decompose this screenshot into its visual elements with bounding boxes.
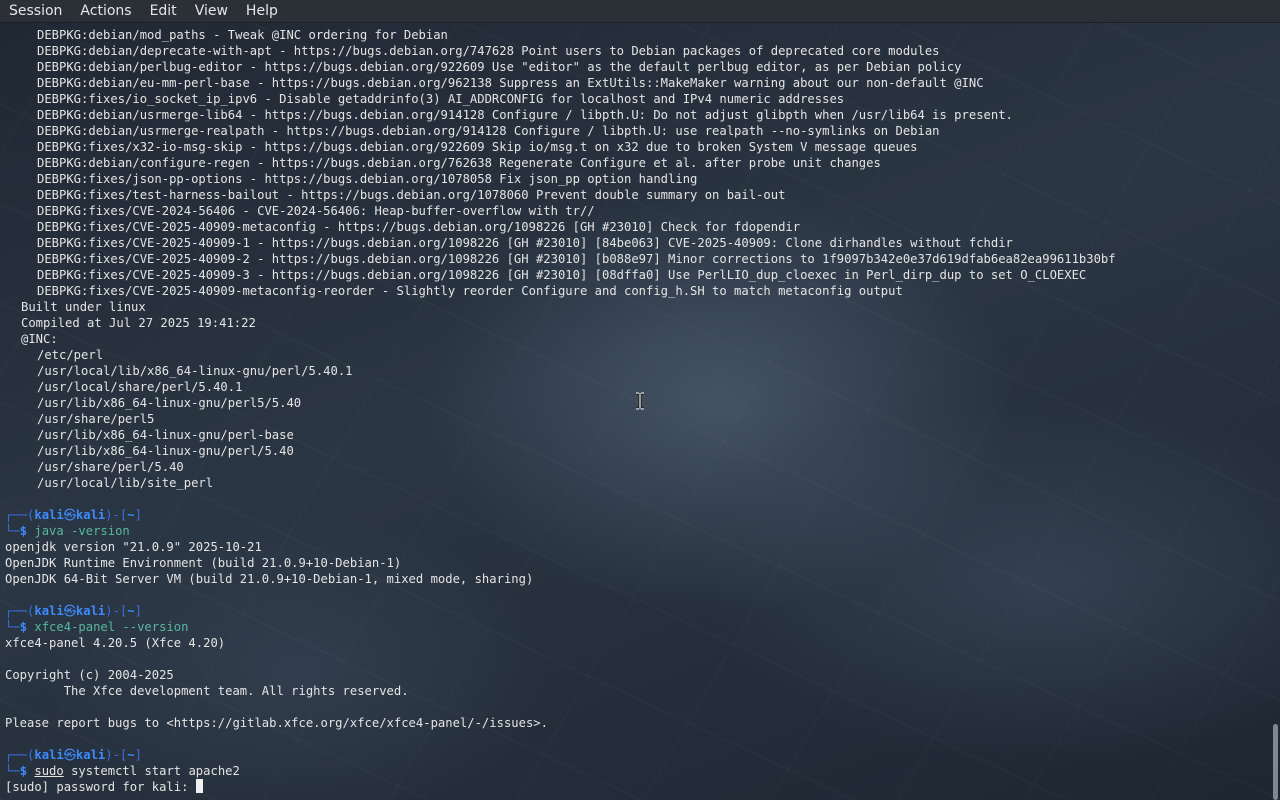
prompt-command-line: └─$ java -version	[5, 523, 1267, 539]
prompt-user: kali	[34, 508, 64, 522]
java-output-line: openjdk version "21.0.9" 2025-10-21	[5, 540, 262, 554]
prompt-box-top: ┌──(	[5, 604, 35, 618]
prompt-box-mid: )-[	[105, 604, 128, 618]
prompt-dir: ~	[127, 748, 135, 762]
prompt-at-symbol: ㉿	[63, 604, 76, 618]
xfce-copyright: Copyright (c) 2004-2025	[5, 668, 174, 682]
prompt-box-bottom: └─	[5, 620, 20, 634]
prompt-user: kali	[34, 748, 64, 762]
menu-session[interactable]: Session	[0, 0, 71, 22]
command-java-version: java -version	[34, 524, 130, 538]
prompt-host: kali	[75, 604, 106, 618]
menu-actions[interactable]: Actions	[71, 0, 140, 22]
prompt-box-end: ]	[134, 748, 142, 762]
perl-patch-line: DEBPKG:fixes/CVE-2025-40909-1 - https://…	[37, 236, 1013, 250]
xfce-team: The Xfce development team. All rights re…	[5, 684, 409, 698]
prompt-header: ┌──(kali㉿kali)-[~]	[5, 603, 1267, 619]
prompt-box-end: ]	[134, 604, 142, 618]
prompt-box-bottom: └─	[5, 524, 20, 538]
prompt-dir: ~	[127, 604, 135, 618]
sudo-password-line[interactable]: [sudo] password for kali:	[5, 779, 1267, 795]
command-systemctl-start-apache2: systemctl start apache2	[63, 764, 240, 778]
perl-inc-path: /usr/local/lib/site_perl	[37, 476, 214, 490]
perl-inc-path: /usr/lib/x86_64-linux-gnu/perl-base	[37, 428, 294, 442]
prompt-box-bottom: └─	[5, 764, 20, 778]
java-output-line: OpenJDK Runtime Environment (build 21.0.…	[5, 556, 402, 570]
prompt-at-symbol: ㉿	[63, 508, 76, 522]
menu-help[interactable]: Help	[237, 0, 287, 22]
perl-inc-label: @INC:	[21, 332, 58, 346]
prompt-dir: ~	[127, 508, 135, 522]
menu-view[interactable]: View	[186, 0, 237, 22]
perl-inc-list: /etc/perl /usr/local/lib/x86_64-linux-gn…	[5, 347, 1267, 491]
perl-patch-line: DEBPKG:debian/configure-regen - https://…	[37, 156, 881, 170]
command-xfce-version: xfce4-panel --version	[34, 620, 189, 634]
prompt-box-end: ]	[134, 508, 142, 522]
perl-inc-path: /usr/lib/x86_64-linux-gnu/perl/5.40	[37, 444, 294, 458]
sudo-password-prompt: [sudo] password for kali:	[5, 780, 196, 794]
prompt-command-line: └─$ sudo systemctl start apache2	[5, 763, 1267, 779]
prompt-at-symbol: ㉿	[63, 748, 76, 762]
prompt-box-mid: )-[	[105, 508, 128, 522]
perl-inc-path: /usr/local/lib/x86_64-linux-gnu/perl/5.4…	[37, 364, 353, 378]
perl-patch-list: DEBPKG:debian/mod_paths - Tweak @INC ord…	[5, 27, 1267, 299]
xfce-version-output: xfce4-panel 4.20.5 (Xfce 4.20)	[5, 636, 226, 650]
perl-patch-line: DEBPKG:debian/deprecate-with-apt - https…	[37, 44, 940, 58]
prompt-host: kali	[75, 508, 106, 522]
command-sudo: sudo	[34, 764, 64, 778]
text-cursor	[195, 779, 203, 793]
perl-patch-line: DEBPKG:fixes/CVE-2025-40909-metaconfig-r…	[37, 284, 903, 298]
perl-patch-line: DEBPKG:fixes/json-pp-options - https://b…	[37, 172, 698, 186]
perl-patch-line: DEBPKG:fixes/CVE-2025-40909-2 - https://…	[37, 252, 1116, 266]
perl-patch-line: DEBPKG:fixes/CVE-2025-40909-metaconfig -…	[37, 220, 801, 234]
prompt-box-top: ┌──(	[5, 748, 35, 762]
prompt-symbol: $	[19, 524, 28, 538]
perl-patch-line: DEBPKG:debian/eu-mm-perl-base - https://…	[37, 76, 984, 90]
java-output-line: OpenJDK 64-Bit Server VM (build 21.0.9+1…	[5, 572, 534, 586]
prompt-box-top: ┌──(	[5, 508, 35, 522]
terminal-scrollbar[interactable]	[1273, 724, 1278, 800]
perl-built-under: Built under linux	[21, 300, 146, 314]
prompt-user: kali	[34, 604, 64, 618]
prompt-host: kali	[75, 748, 106, 762]
perl-patch-line: DEBPKG:fixes/x32-io-msg-skip - https://b…	[37, 140, 918, 154]
perl-patch-line: DEBPKG:debian/mod_paths - Tweak @INC ord…	[37, 28, 448, 42]
perl-patch-line: DEBPKG:fixes/test-harness-bailout - http…	[37, 188, 786, 202]
perl-inc-path: /usr/share/perl5	[37, 412, 155, 426]
perl-inc-path: /etc/perl	[37, 348, 104, 362]
perl-compiled-at: Compiled at Jul 27 2025 19:41:22	[21, 316, 256, 330]
perl-patch-line: DEBPKG:debian/perlbug-editor - https://b…	[37, 60, 962, 74]
perl-patch-line: DEBPKG:fixes/io_socket_ip_ipv6 - Disable…	[37, 92, 845, 106]
prompt-box-mid: )-[	[105, 748, 128, 762]
prompt-symbol: $	[19, 620, 28, 634]
perl-inc-path: /usr/share/perl/5.40	[37, 460, 184, 474]
terminal-menubar: Session Actions Edit View Help	[0, 0, 1280, 23]
perl-patch-line: DEBPKG:fixes/CVE-2024-56406 - CVE-2024-5…	[37, 204, 595, 218]
perl-patch-line: DEBPKG:fixes/CVE-2025-40909-3 - https://…	[37, 268, 1087, 282]
prompt-header: ┌──(kali㉿kali)-[~]	[5, 747, 1267, 763]
xfce-bug-report: Please report bugs to <https://gitlab.xf…	[5, 716, 548, 730]
prompt-symbol: $	[19, 764, 28, 778]
menu-edit[interactable]: Edit	[141, 0, 186, 22]
perl-patch-line: DEBPKG:debian/usrmerge-realpath - https:…	[37, 124, 940, 138]
prompt-command-line: └─$ xfce4-panel --version	[5, 619, 1267, 635]
perl-patch-line: DEBPKG:debian/usrmerge-lib64 - https://b…	[37, 108, 1013, 122]
prompt-header: ┌──(kali㉿kali)-[~]	[5, 507, 1267, 523]
terminal-output[interactable]: DEBPKG:debian/mod_paths - Tweak @INC ord…	[5, 27, 1267, 797]
mouse-ibeam-cursor-icon	[636, 392, 644, 410]
